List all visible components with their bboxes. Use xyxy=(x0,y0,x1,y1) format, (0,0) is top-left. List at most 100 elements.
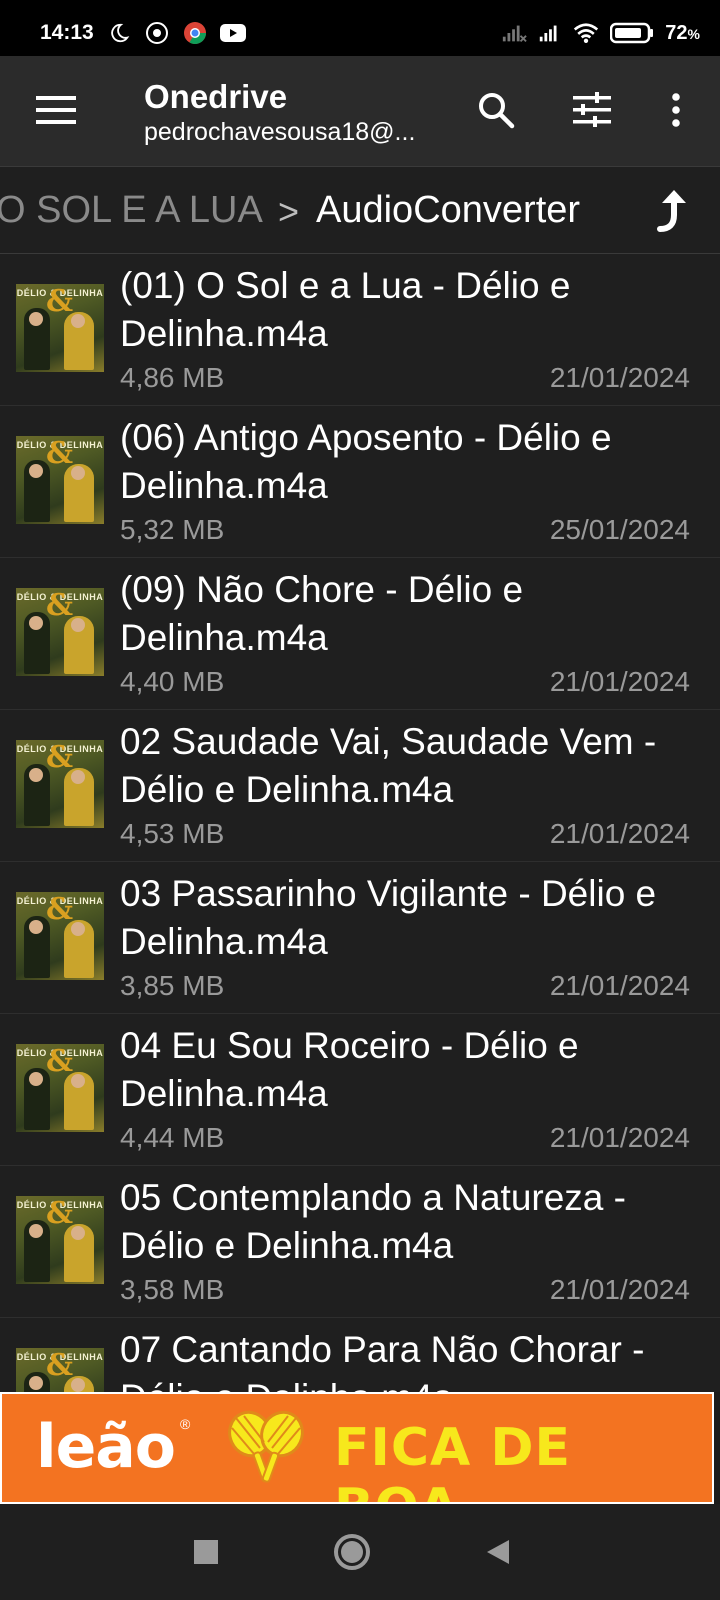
file-date: 21/01/2024 xyxy=(549,818,690,849)
album-art-face-2 xyxy=(71,618,85,632)
triangle-back-icon xyxy=(487,1540,509,1564)
file-row[interactable]: DÉLIO & DELINHA & 04 Eu Sou Roceiro - Déli… xyxy=(0,1014,720,1166)
ad-slogan: FICA DE BOA xyxy=(334,1418,572,1502)
more-vert-icon xyxy=(672,93,680,127)
system-nav-bar xyxy=(0,1504,720,1600)
album-art-ampersand: & xyxy=(46,284,74,319)
album-art-face-2 xyxy=(71,1378,85,1392)
menu-button[interactable] xyxy=(30,84,82,136)
file-name: (06) Antigo Aposento - Délio e Delinha.m… xyxy=(120,417,612,506)
file-row[interactable]: DÉLIO & DELINHA & 02 Saudade Vai, Saudade … xyxy=(0,710,720,862)
file-date: 21/01/2024 xyxy=(549,1122,690,1153)
battery-level: 72% xyxy=(665,21,700,44)
file-size: 5,32 MB xyxy=(120,514,225,545)
file-name: 03 Passarinho Vigilante - Délio e Delinh… xyxy=(120,873,657,962)
breadcrumb-current[interactable]: AudioConverter xyxy=(316,189,580,232)
file-date: 21/01/2024 xyxy=(549,1274,690,1305)
album-art-face-1 xyxy=(29,616,43,630)
breadcrumb: O SOL E A LUA > AudioConverter xyxy=(0,166,720,254)
file-date: 21/01/2024 xyxy=(549,970,690,1001)
file-date: 21/01/2024 xyxy=(549,666,690,697)
signal-icon xyxy=(537,20,563,46)
album-art-face-1 xyxy=(29,312,43,326)
status-left: 14:13 xyxy=(40,20,246,46)
album-art-face-1 xyxy=(29,768,43,782)
album-art-face-1 xyxy=(29,464,43,478)
file-name: 05 Contemplando a Natureza - Délio e Del… xyxy=(120,1177,626,1266)
file-list: DÉLIO & DELINHA & (01) O Sol e a Lua - Dél… xyxy=(0,254,720,1392)
album-art-face-1 xyxy=(29,1072,43,1086)
file-name: 02 Saudade Vai, Saudade Vem - Délio e De… xyxy=(120,721,657,810)
file-date: 21/01/2024 xyxy=(549,362,690,393)
file-row[interactable]: DÉLIO & DELINHA & (06) Antigo Aposento - D… xyxy=(0,406,720,558)
file-size: 3,58 MB xyxy=(120,1274,225,1305)
album-art-face-1 xyxy=(29,1376,43,1390)
album-art-ampersand: & xyxy=(46,892,74,927)
album-art-face-2 xyxy=(71,314,85,328)
app-bar: Onedrive pedrochavesousa18@... xyxy=(0,56,720,166)
breadcrumb-separator: > xyxy=(278,191,300,232)
album-art-ampersand: & xyxy=(46,1044,74,1079)
search-icon xyxy=(479,93,515,129)
file-name: (01) O Sol e a Lua - Délio e Delinha.m4a xyxy=(120,265,571,354)
album-art-thumbnail: DÉLIO & DELINHA & xyxy=(16,436,104,524)
search-button[interactable] xyxy=(470,84,522,136)
file-name: 04 Eu Sou Roceiro - Délio e Delinha.m4a xyxy=(120,1025,579,1114)
file-row[interactable]: DÉLIO & DELINHA & (01) O Sol e a Lua - Dél… xyxy=(0,254,720,406)
navigate-up-button[interactable] xyxy=(642,179,702,243)
record-icon xyxy=(144,20,170,46)
file-size: 4,86 MB xyxy=(120,362,225,393)
moon-icon xyxy=(106,20,132,46)
file-row[interactable]: DÉLIO & DELINHA & 07 Cantando Para Não Cho… xyxy=(0,1318,720,1392)
app-titles: Onedrive pedrochavesousa18@... xyxy=(144,78,444,148)
album-art-ampersand: & xyxy=(46,436,74,471)
file-row[interactable]: DÉLIO & DELINHA & (09) Não Chore - Délio e… xyxy=(0,558,720,710)
home-button[interactable] xyxy=(328,1528,376,1576)
album-art-thumbnail: DÉLIO & DELINHA & xyxy=(16,1348,104,1392)
ad-banner[interactable]: leão ® FICA DE BOA xyxy=(0,1392,714,1504)
file-name: 07 Cantando Para Não Chorar - Délio e De… xyxy=(120,1329,645,1392)
up-arrow-icon xyxy=(657,190,686,232)
hamburger-icon xyxy=(36,96,76,124)
file-size: 4,44 MB xyxy=(120,1122,225,1153)
wifi-icon xyxy=(573,20,599,46)
album-art-ampersand: & xyxy=(46,740,74,775)
app-title: Onedrive xyxy=(144,78,288,115)
album-art-face-2 xyxy=(71,1226,85,1240)
tune-icon xyxy=(573,92,611,127)
album-art-thumbnail: DÉLIO & DELINHA & xyxy=(16,740,104,828)
ad-logo: leão xyxy=(36,1412,176,1482)
album-art-thumbnail: DÉLIO & DELINHA & xyxy=(16,588,104,676)
album-art-ampersand: & xyxy=(46,588,74,623)
album-art-thumbnail: DÉLIO & DELINHA & xyxy=(16,1044,104,1132)
album-art-ampersand: & xyxy=(46,1196,74,1231)
album-art-face-1 xyxy=(29,920,43,934)
more-options-button[interactable] xyxy=(650,84,702,136)
album-art-thumbnail: DÉLIO & DELINHA & xyxy=(16,892,104,980)
album-art-face-2 xyxy=(71,770,85,784)
album-art-face-2 xyxy=(71,1074,85,1088)
youtube-icon xyxy=(219,20,246,46)
file-size: 3,85 MB xyxy=(120,970,225,1001)
maracas-icon xyxy=(228,1410,304,1483)
file-name: (09) Não Chore - Délio e Delinha.m4a xyxy=(120,569,524,658)
filter-button[interactable] xyxy=(566,84,618,136)
album-art-face-1 xyxy=(29,1224,43,1238)
recents-button[interactable] xyxy=(182,1528,230,1576)
album-art-face-2 xyxy=(71,466,85,480)
signal-x-icon xyxy=(501,20,528,46)
album-art-thumbnail: DÉLIO & DELINHA & xyxy=(16,284,104,372)
file-date: 25/01/2024 xyxy=(549,514,690,545)
album-art-thumbnail: DÉLIO & DELINHA & xyxy=(16,1196,104,1284)
file-row[interactable]: DÉLIO & DELINHA & 03 Passarinho Vigilante … xyxy=(0,862,720,1014)
square-icon xyxy=(194,1540,218,1564)
ad-registered-mark: ® xyxy=(180,1416,191,1432)
status-right: 72% xyxy=(501,20,700,46)
account-email: pedrochavesousa18@... xyxy=(144,118,416,146)
back-button[interactable] xyxy=(474,1528,522,1576)
breadcrumb-parent[interactable]: O SOL E A LUA xyxy=(0,189,263,232)
album-art-face-2 xyxy=(71,922,85,936)
file-size: 4,53 MB xyxy=(120,818,225,849)
file-row[interactable]: DÉLIO & DELINHA & 05 Contemplando a Nature… xyxy=(0,1166,720,1318)
circle-icon xyxy=(334,1534,370,1570)
